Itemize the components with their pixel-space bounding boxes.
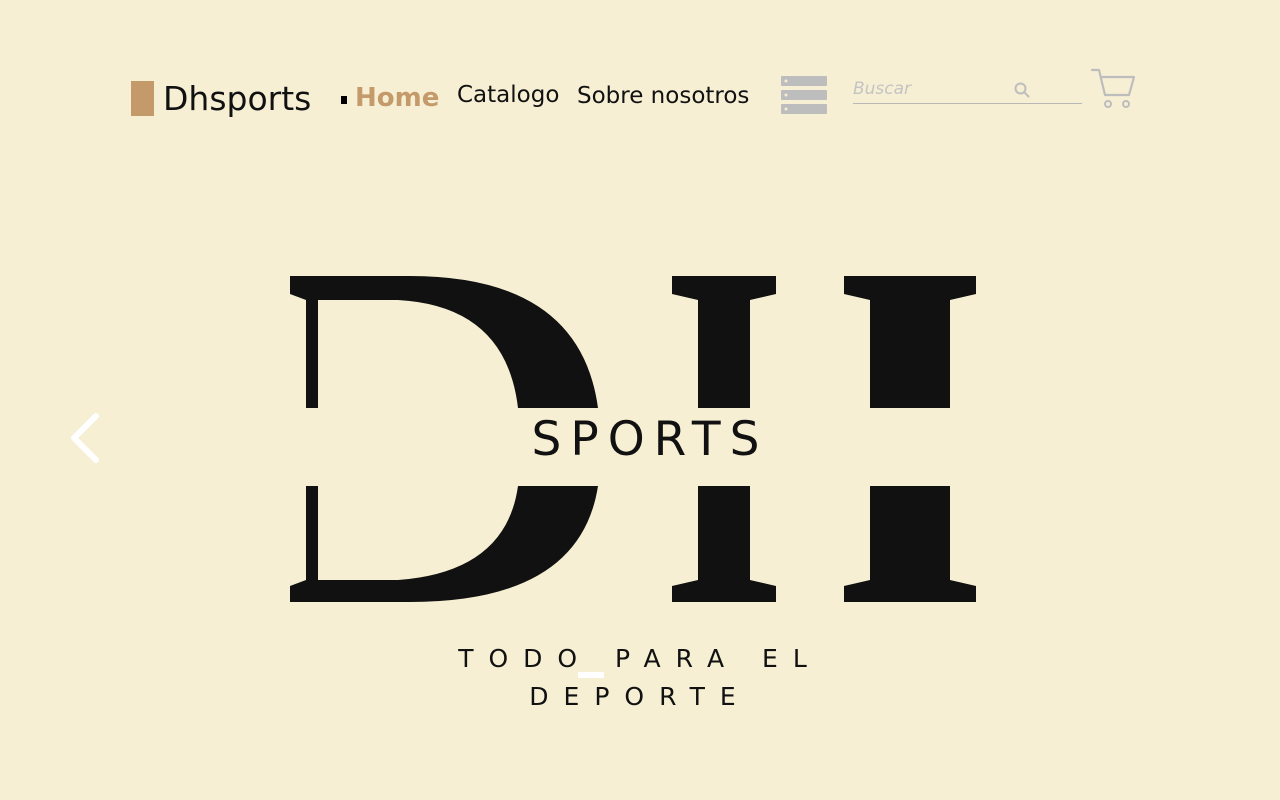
tagline-line-2: DEPORTE	[529, 682, 751, 711]
search-icon[interactable]	[1013, 81, 1031, 99]
dh-sports-logo: SPORTS TODO PARA EL DEPORTE	[280, 260, 1000, 730]
tagline-line-1: TODO PARA EL	[458, 644, 822, 673]
cart-icon[interactable]	[1090, 67, 1136, 111]
nav-link-home[interactable]: Home	[355, 83, 439, 113]
nav-link-catalogo[interactable]: Catalogo	[457, 80, 559, 110]
nav-link-sobre-nosotros[interactable]: Sobre nosotros	[577, 81, 749, 111]
logo-sports-word: SPORTS	[531, 412, 769, 467]
chevron-left-icon[interactable]	[66, 410, 110, 466]
brand-name[interactable]: Dhsports	[163, 79, 311, 119]
menu-stack-icon[interactable]	[781, 76, 827, 114]
page: Dhsports Home Catalogo Sobre nosotros Bu…	[0, 0, 1280, 800]
search-bar	[853, 77, 1082, 104]
search-input[interactable]	[853, 77, 1013, 101]
hero-carousel: SPORTS TODO PARA EL DEPORTE	[0, 150, 1280, 750]
nav-active-indicator	[341, 96, 347, 104]
carousel-indicator-active[interactable]	[578, 672, 604, 678]
brand-logo-mark[interactable]	[131, 81, 154, 116]
logo-tagline: TODO PARA EL DEPORTE	[440, 640, 840, 716]
